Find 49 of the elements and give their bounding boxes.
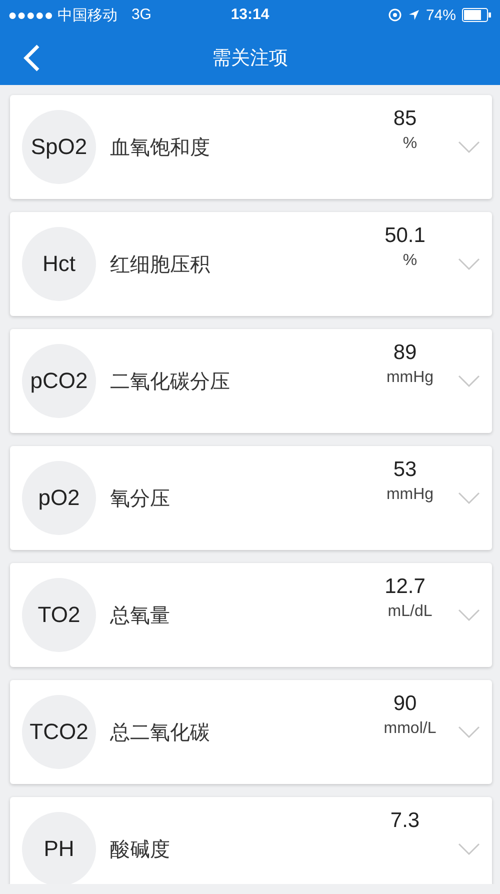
- unit-label: %: [402, 135, 418, 153]
- page-title: 需关注项: [212, 48, 288, 68]
- item-value: 12.7: [384, 575, 426, 599]
- abbreviation: Hct: [42, 251, 76, 277]
- item-name: 氧分压: [110, 486, 171, 512]
- item-card[interactable]: pCO2 二氧化碳分压 89 mmHg: [10, 329, 492, 433]
- item-value: 53: [393, 458, 417, 482]
- item-card[interactable]: TCO2 总二氧化碳 90 mmol/L: [10, 680, 492, 784]
- rotation-lock-icon: [388, 8, 402, 22]
- battery-icon: [462, 8, 492, 22]
- chevron-down-icon[interactable]: [458, 842, 480, 856]
- item-name: 酸碱度: [110, 838, 171, 862]
- unit-label: mmHg: [386, 369, 434, 387]
- chevron-down-icon[interactable]: [458, 257, 480, 271]
- item-name: 总二氧化碳: [110, 720, 211, 746]
- chevron-down-icon[interactable]: [458, 725, 480, 739]
- chevron-down-icon[interactable]: [458, 374, 480, 388]
- chevron-down-icon[interactable]: [458, 140, 480, 154]
- item-name: 红细胞压积: [110, 252, 211, 278]
- unit-label: mL/dL: [388, 603, 432, 621]
- item-value: 90: [393, 692, 417, 716]
- abbreviation: SpO2: [30, 134, 88, 160]
- item-card[interactable]: TO2 总氧量 12.7 mL/dL: [10, 563, 492, 667]
- abbreviation: TO2: [38, 602, 80, 628]
- abbreviation: PH: [44, 836, 74, 862]
- item-value: 85: [393, 107, 417, 131]
- chevron-down-icon[interactable]: [458, 608, 480, 622]
- item-card[interactable]: PH 酸碱度 7.3: [10, 797, 492, 884]
- item-card[interactable]: SpO2 血氧饱和度 85 %: [10, 95, 492, 199]
- item-card[interactable]: pO2 氧分压 53 mmHg: [10, 446, 492, 550]
- unit-label: mmHg: [386, 486, 434, 504]
- unit-label: mmol/L: [384, 720, 436, 738]
- item-value: 89: [393, 341, 417, 365]
- item-name: 二氧化碳分压: [110, 370, 231, 394]
- abbreviation: pO2: [38, 485, 80, 511]
- location-icon: [408, 9, 420, 21]
- unit-label: %: [402, 252, 418, 270]
- item-value: 7.3: [390, 809, 420, 833]
- item-name: 血氧饱和度: [110, 136, 211, 160]
- abbreviation: pCO2: [30, 368, 88, 394]
- item-card[interactable]: Hct 红细胞压积 50.1 %: [10, 212, 492, 316]
- item-name: 总氧量: [110, 604, 171, 628]
- item-value: 50.1: [384, 224, 426, 248]
- chevron-down-icon[interactable]: [458, 491, 480, 505]
- status-time: 13:14: [230, 6, 270, 23]
- network-label: 3G: [131, 6, 152, 24]
- abbreviation: TCO2: [30, 719, 88, 745]
- carrier-label: ●●●●● 中国移动: [8, 6, 118, 24]
- battery-percent: 74%: [426, 6, 456, 24]
